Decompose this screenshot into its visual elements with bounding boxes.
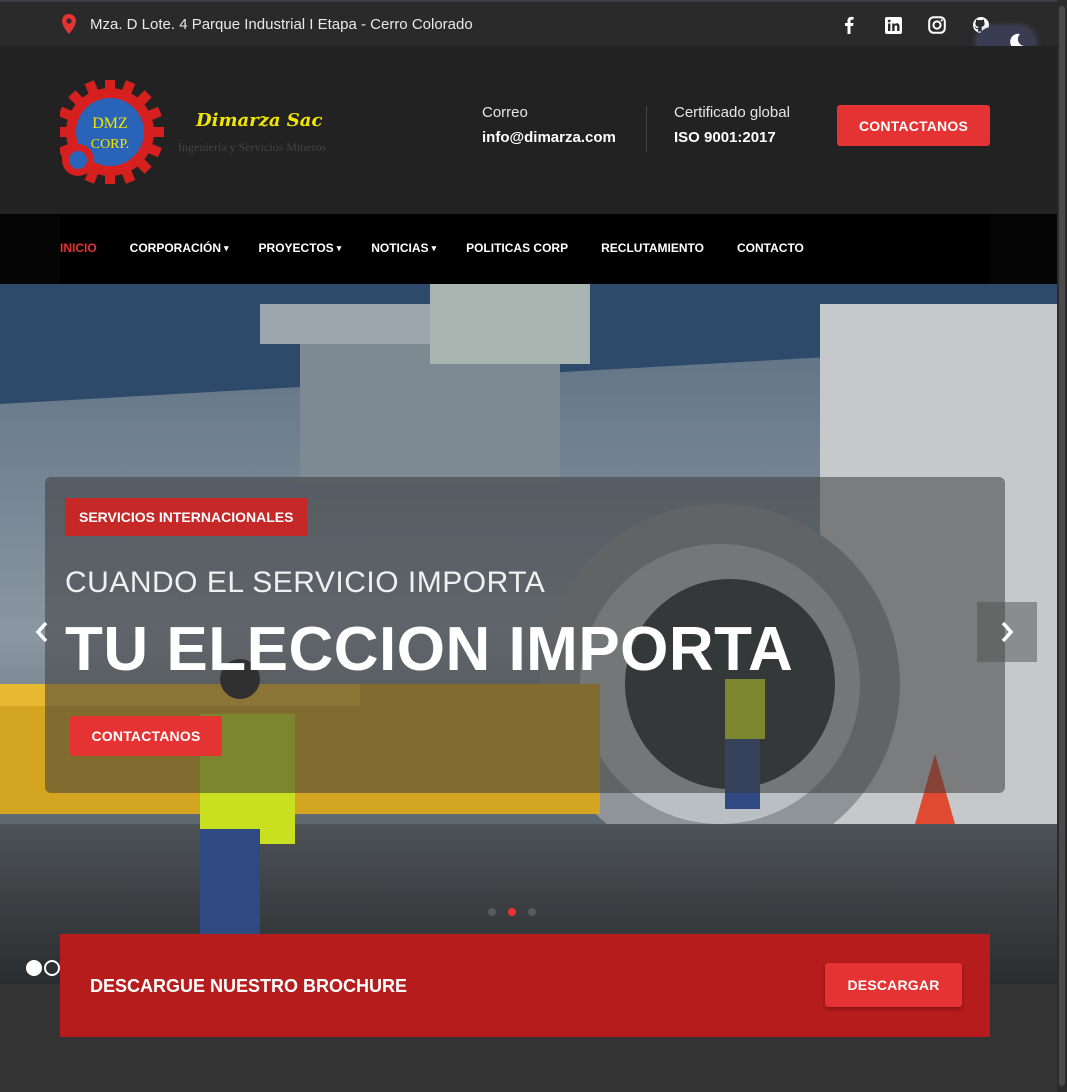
nav-item-corporacion[interactable]: CORPORACIÓN ▾ — [130, 241, 229, 255]
chevron-down-icon: ▾ — [224, 242, 229, 253]
brand-name: Dimarza Sac — [196, 110, 323, 131]
slider-next-button[interactable] — [977, 602, 1037, 662]
scrollbar-thumb[interactable] — [1059, 6, 1065, 1086]
page: Mza. D Lote. 4 Parque Industrial I Etapa… — [0, 0, 1067, 1092]
email-value[interactable]: info@dimarza.com — [482, 129, 616, 146]
scrollbar[interactable] — [1057, 0, 1067, 1092]
email-info: Correo info@dimarza.com — [482, 104, 616, 146]
chevron-right-icon — [1001, 621, 1014, 643]
hero-contact-button[interactable]: CONTACTANOS — [70, 716, 222, 756]
chevron-down-icon: ▾ — [336, 242, 342, 253]
carousel-indicators — [26, 960, 60, 976]
logo-text-2: CORP. — [91, 137, 130, 152]
carousel-indicator[interactable] — [26, 960, 42, 976]
certificate-label: Certificado global — [674, 104, 790, 121]
header-contact-button[interactable]: CONTACTANOS — [837, 105, 990, 146]
email-label: Correo — [482, 104, 528, 121]
address-text: Mza. D Lote. 4 Parque Industrial I Etapa… — [90, 15, 473, 33]
nav-item-politicas[interactable]: POLITICAS CORP — [466, 241, 571, 255]
top-bar: Mza. D Lote. 4 Parque Industrial I Etapa… — [0, 0, 1057, 57]
certificate-info: Certificado global ISO 9001:2017 — [674, 104, 790, 146]
location-pin-icon — [62, 14, 76, 34]
slider-dot[interactable] — [528, 908, 536, 916]
carousel-indicator[interactable] — [44, 960, 60, 976]
company-logo[interactable]: DMZ CORP. — [60, 80, 350, 184]
hero-subtitle: CUANDO EL SERVICIO IMPORTA — [65, 566, 546, 599]
hero-tag: SERVICIOS INTERNACIONALES — [65, 498, 308, 536]
hero-slider: SERVICIOS INTERNACIONALES CUANDO EL SERV… — [0, 284, 1057, 984]
instagram-icon[interactable] — [926, 14, 948, 36]
download-button[interactable]: DESCARGAR — [825, 963, 962, 1007]
nav-item-noticias[interactable]: NOTICIAS ▾ — [371, 241, 436, 255]
slider-dot[interactable] — [488, 908, 496, 916]
slider-dots — [488, 908, 536, 916]
nav-item-contacto[interactable]: CONTACTO — [737, 241, 807, 255]
divider — [646, 106, 647, 152]
slider-prev-button[interactable] — [12, 602, 72, 662]
logo-text-1: DMZ — [92, 115, 128, 132]
nav-item-reclutamiento[interactable]: RECLUTAMIENTO — [601, 241, 707, 255]
site-header: DMZ CORP. Dimarza Sac Ingeniería y Servi… — [0, 46, 1057, 214]
nav-item-proyectos[interactable]: PROYECTOS ▾ — [259, 241, 342, 255]
brand-subtitle: Ingeniería y Servicios Mineros — [178, 140, 327, 154]
hero-title: TU ELECCION IMPORTA — [65, 615, 794, 684]
address: Mza. D Lote. 4 Parque Industrial I Etapa… — [62, 14, 473, 34]
slider-dot-active[interactable] — [508, 908, 516, 916]
certificate-value: ISO 9001:2017 — [674, 129, 776, 146]
main-nav: INICIO CORPORACIÓN ▾ PROYECTOS ▾ NOTICIAS ▾… — [60, 214, 990, 284]
brochure-text: DESCARGUE NUESTRO BROCHURE — [90, 976, 408, 996]
chevron-down-icon: ▾ — [431, 242, 437, 253]
nav-item-inicio[interactable]: INICIO — [60, 241, 100, 255]
chevron-left-icon — [35, 621, 48, 643]
facebook-icon[interactable] — [838, 14, 860, 36]
linkedin-icon[interactable] — [882, 14, 904, 36]
